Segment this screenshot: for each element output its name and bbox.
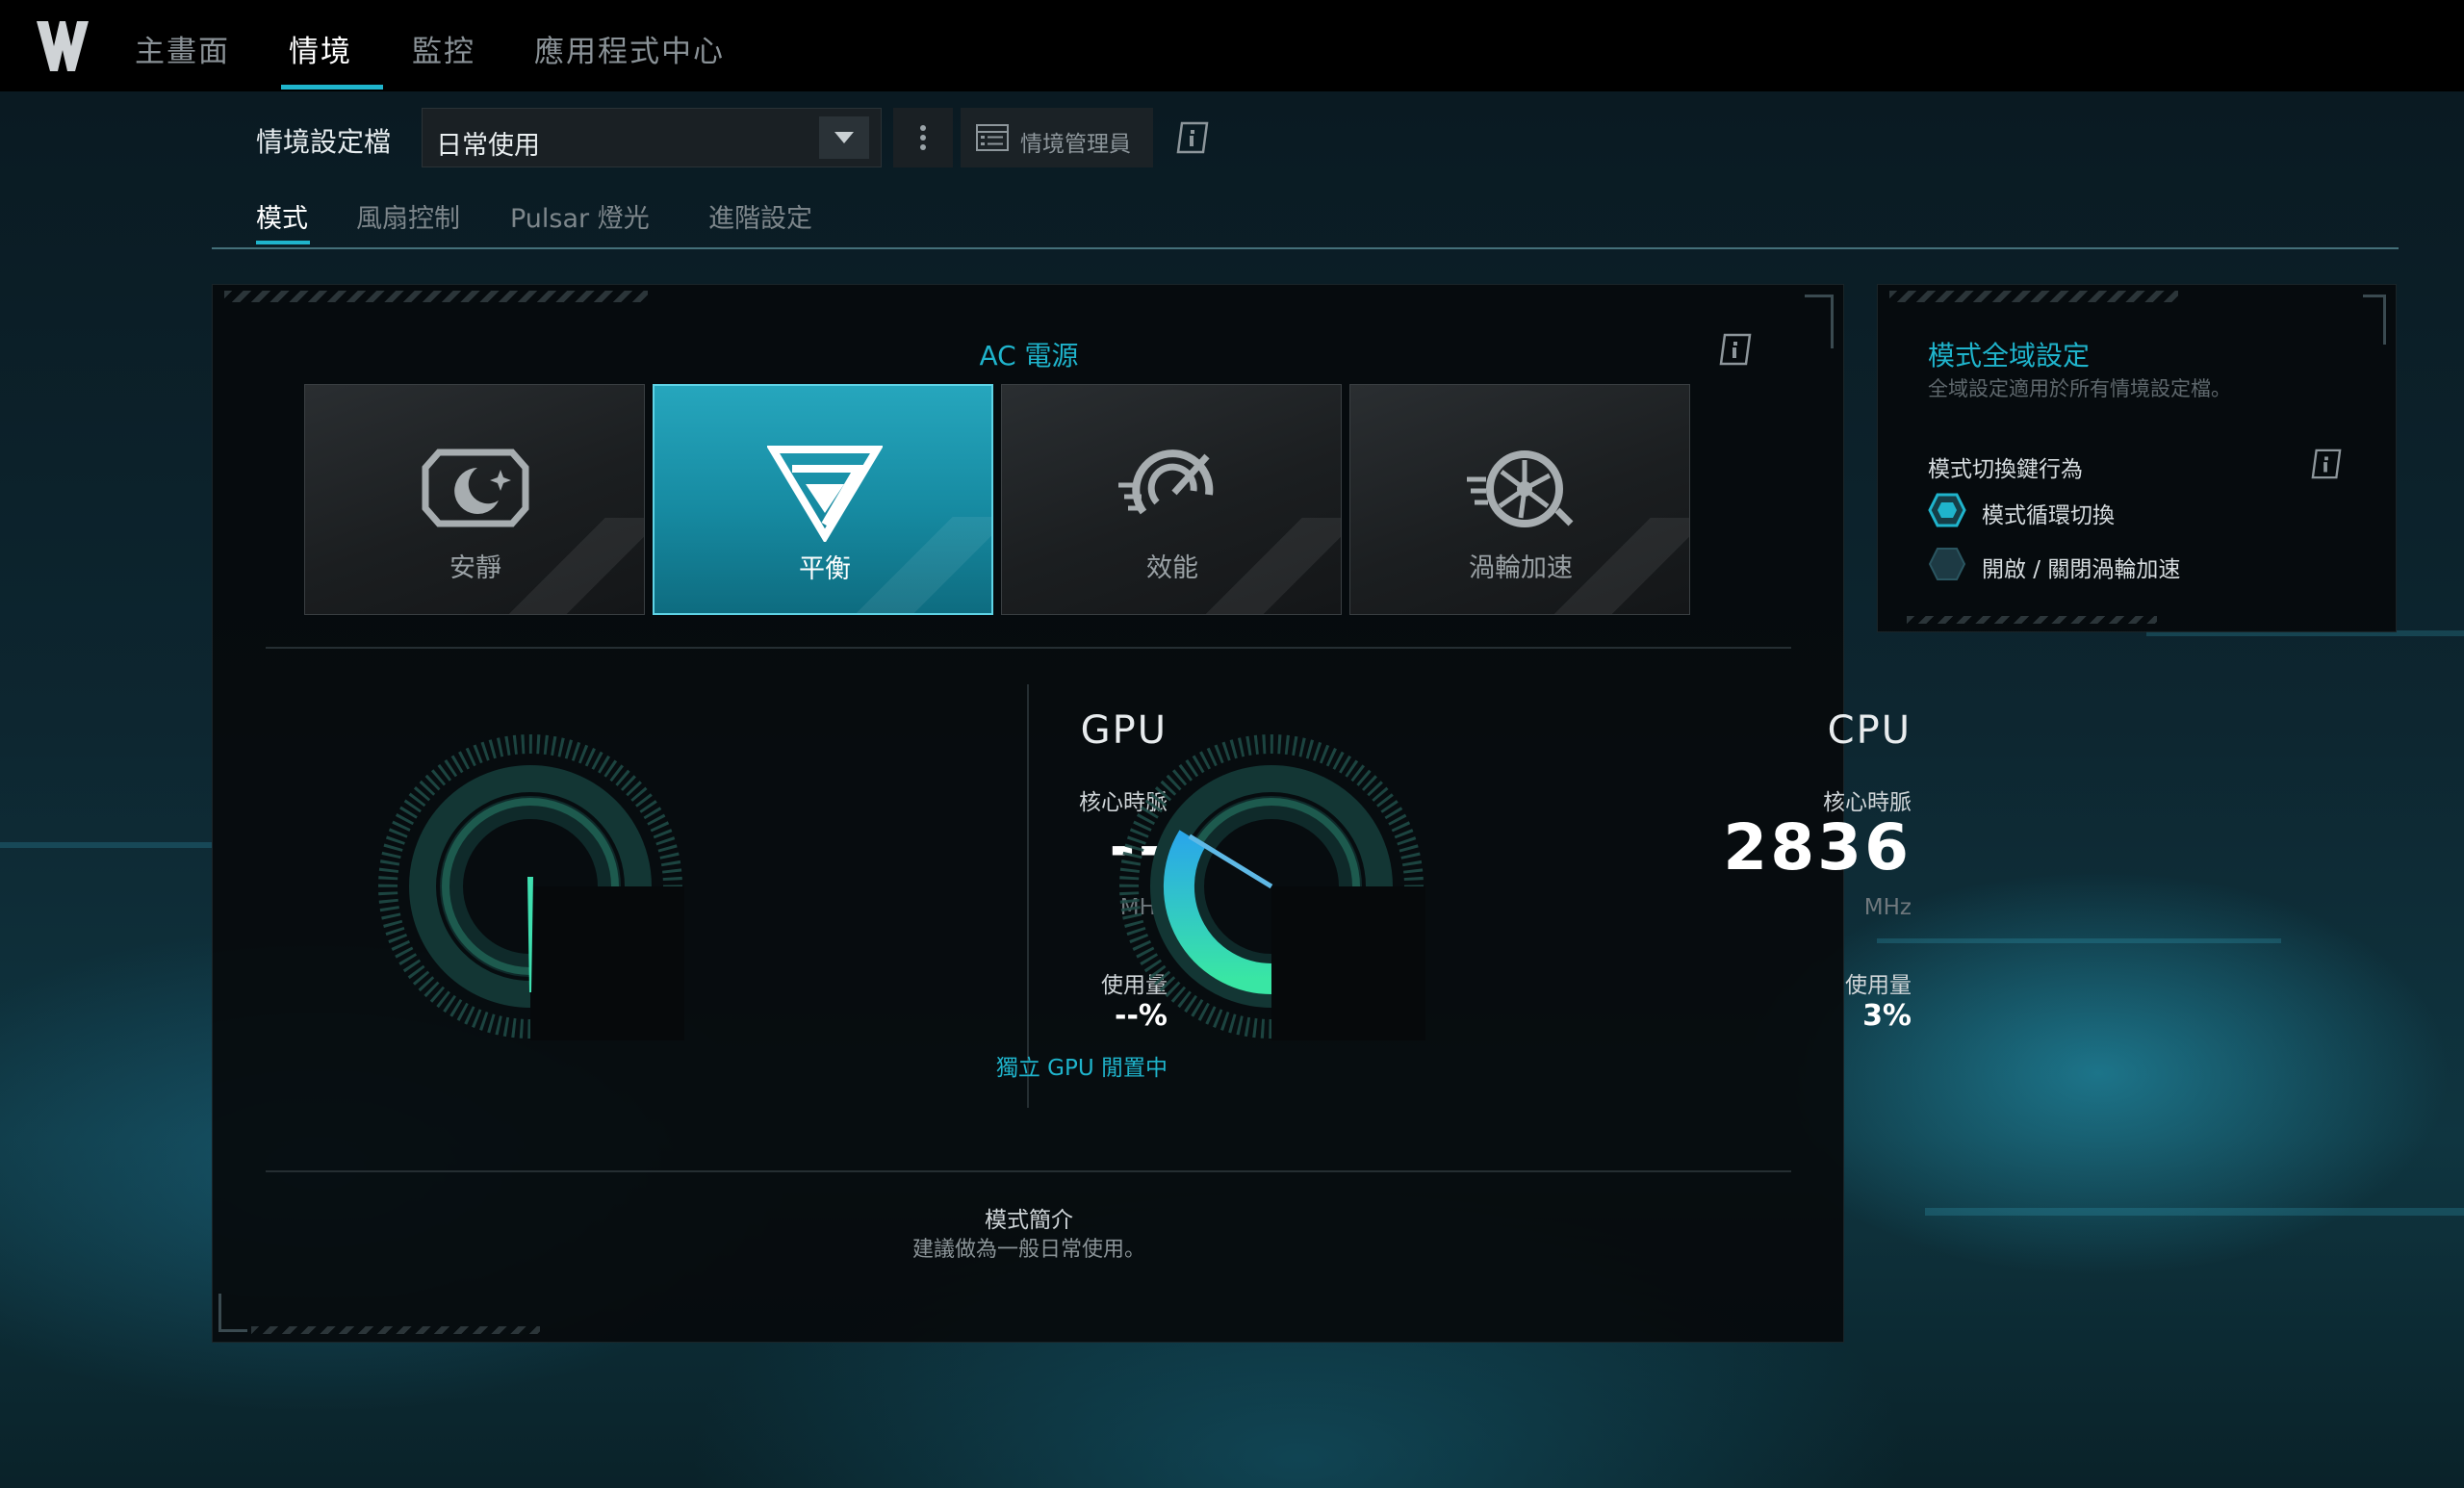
- mode-panel: AC 電源 安靜 平衡 效能 渦輪加速 GPU 核心時脈 -- MHz 使用量 …: [212, 284, 1912, 1343]
- cpu-clock-unit: MHz: [1863, 895, 1912, 920]
- triangle-balance-icon: [767, 446, 883, 542]
- nav-monitor-tab[interactable]: 監控: [412, 27, 475, 70]
- panel-hatch-decoration: [1907, 616, 2157, 624]
- mode-card-balanced[interactable]: 平衡: [653, 384, 993, 615]
- subtab-advanced-settings[interactable]: 進階設定: [708, 197, 812, 235]
- gpu-status-note: 獨立 GPU 閒置中: [995, 1056, 1168, 1081]
- top-nav-bar: 主畫面 情境 監控 應用程式中心: [0, 0, 2464, 91]
- mode-card-quiet[interactable]: 安靜: [304, 384, 645, 615]
- panel-hatch-decoration: [251, 1326, 540, 1334]
- turbo-fan-icon: [1467, 450, 1574, 527]
- mode-description-title: 模式簡介: [985, 1208, 1073, 1233]
- info-icon[interactable]: [1719, 333, 1752, 366]
- cpu-usage-label: 使用量: [1845, 973, 1912, 998]
- nav-app-center-tab[interactable]: 應用程式中心: [534, 27, 725, 70]
- gauge-cutout: [1271, 886, 1425, 1040]
- subtab-mode[interactable]: 模式: [256, 197, 308, 235]
- cpu-title: CPU: [1827, 708, 1912, 753]
- speedometer-icon: [1118, 449, 1214, 515]
- list-manager-icon: [976, 124, 1009, 151]
- subtab-pulsar-lighting[interactable]: Pulsar 燈光: [510, 197, 650, 235]
- radio-unselected-icon[interactable]: [1928, 547, 1966, 581]
- profile-dropdown[interactable]: 日常使用: [422, 108, 882, 167]
- active-tab-indicator: [281, 85, 383, 90]
- profile-selected-value: 日常使用: [436, 131, 540, 161]
- cpu-usage-value: 3%: [1862, 999, 1912, 1033]
- info-icon[interactable]: [2311, 449, 2342, 479]
- mode-card-performance[interactable]: 效能: [1001, 384, 1342, 615]
- option-turbo-toggle-label[interactable]: 開啟 / 關閉渦輪加速: [1982, 551, 2180, 583]
- global-settings-subtitle: 全域設定適用於所有情境設定檔。: [1928, 377, 2231, 400]
- kebab-dot: [920, 125, 926, 131]
- nav-home-tab[interactable]: 主畫面: [135, 27, 230, 70]
- option-mode-cycle-label[interactable]: 模式循環切換: [1982, 497, 2115, 529]
- kebab-dot: [920, 144, 926, 150]
- mode-turbo-label: 渦輪加速: [1469, 553, 1573, 583]
- panel-hatch-decoration: [1889, 291, 2178, 302]
- chevron-down-icon: [819, 116, 869, 159]
- panel-corner-decoration: [2363, 295, 2386, 345]
- global-settings-panel: 模式全域設定 全域設定適用於所有情境設定檔。 模式切換鍵行為 模式循環切換 開啟…: [1877, 284, 2397, 632]
- nav-scenario-tab[interactable]: 情境: [289, 27, 352, 70]
- section-divider: [266, 1170, 1791, 1172]
- predator-logo-icon: [37, 21, 89, 71]
- moon-stars-icon: [422, 449, 529, 527]
- mode-description-text: 建議做為一般日常使用。: [911, 1238, 1145, 1262]
- bg-light-stripe: [1877, 938, 2281, 943]
- mode-balanced-label: 平衡: [799, 554, 851, 584]
- kebab-dot: [920, 135, 926, 141]
- gauge-cutout: [530, 886, 684, 1040]
- active-subtab-indicator: [256, 241, 310, 244]
- subtab-fan-control[interactable]: 風扇控制: [356, 197, 460, 235]
- profile-label: 情境設定檔: [256, 126, 392, 158]
- global-settings-title: 模式全域設定: [1928, 340, 2091, 372]
- mode-performance-label: 效能: [1146, 553, 1198, 583]
- subtab-divider: [212, 247, 2399, 249]
- mode-quiet-label: 安靜: [449, 553, 501, 583]
- cpu-gauge: [1119, 734, 1425, 1040]
- section-divider: [266, 647, 1791, 649]
- mode-switch-key-label: 模式切換鍵行為: [1928, 457, 2083, 482]
- gpu-gauge: [378, 734, 684, 1040]
- more-options-button[interactable]: [893, 108, 953, 167]
- bg-light-stripe: [0, 842, 212, 848]
- panel-corner-decoration: [218, 1294, 247, 1332]
- bg-light-stripe: [1925, 1208, 2464, 1216]
- scenario-manager-label: 情境管理員: [1020, 132, 1131, 157]
- scenario-manager-button[interactable]: 情境管理員: [961, 108, 1153, 167]
- panel-hatch-decoration: [224, 291, 648, 302]
- radio-selected-icon[interactable]: [1928, 493, 1966, 527]
- mode-card-turbo[interactable]: 渦輪加速: [1349, 384, 1690, 615]
- cpu-clock-value: 2836: [1723, 810, 1912, 885]
- info-icon[interactable]: [1176, 121, 1209, 154]
- ac-power-title: AC 電源: [979, 340, 1079, 372]
